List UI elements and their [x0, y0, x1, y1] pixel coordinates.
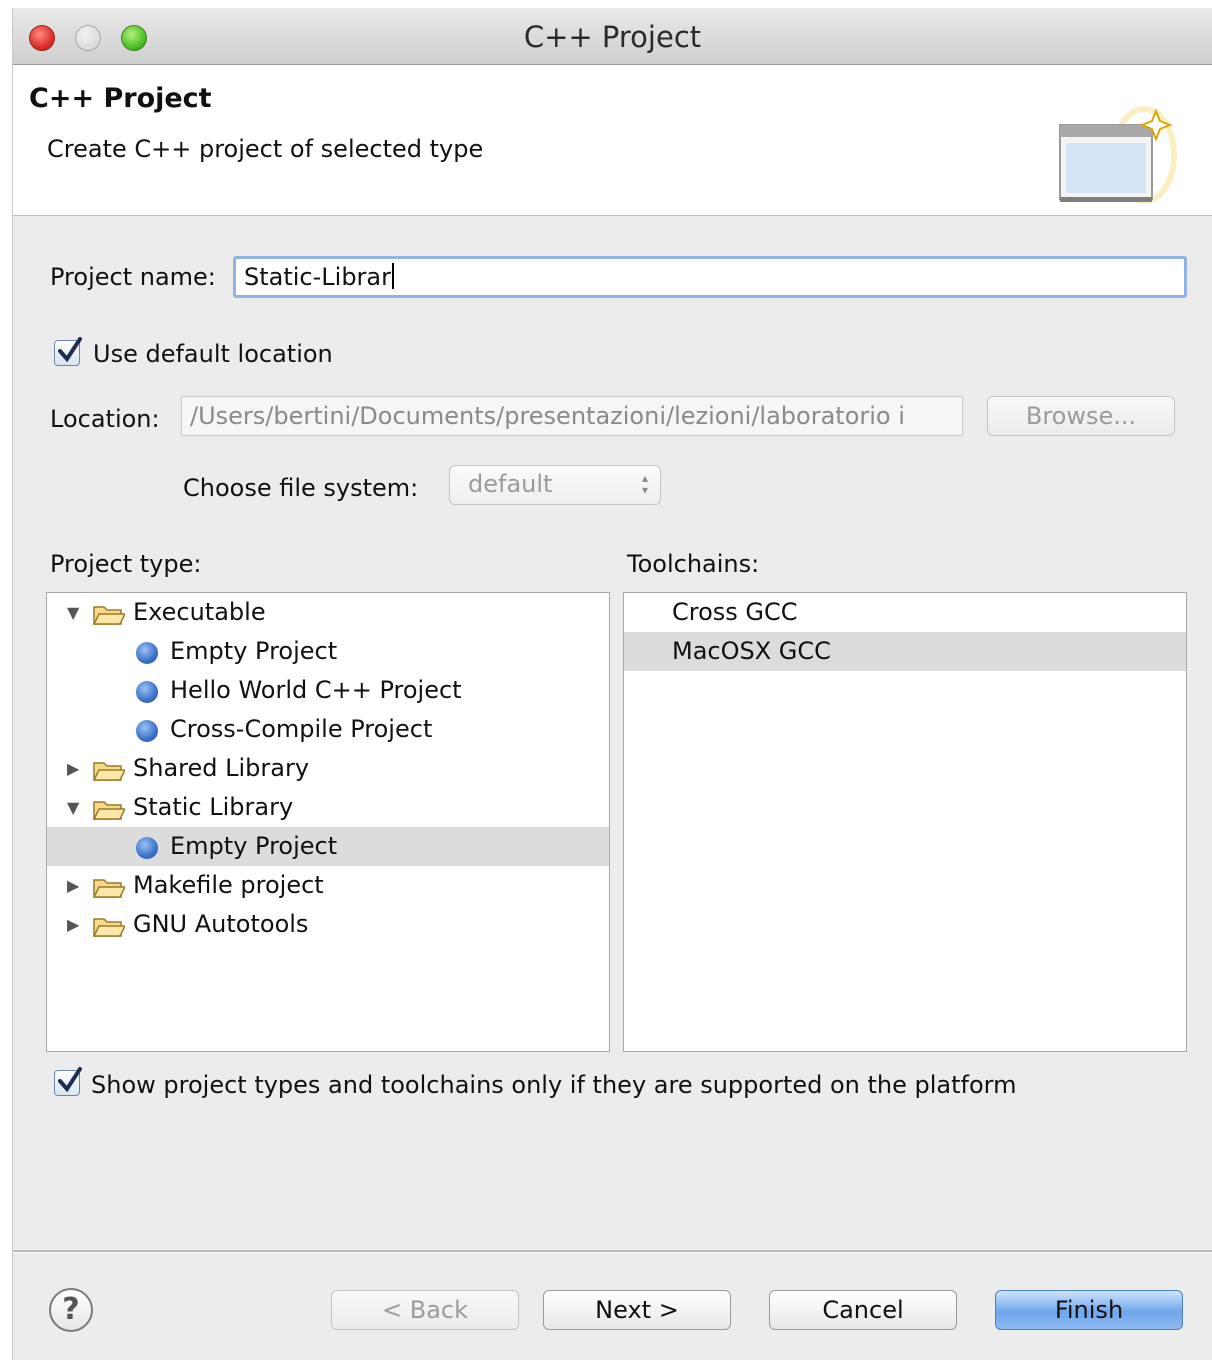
browse-button[interactable]: Browse...	[987, 396, 1175, 436]
project-template-icon	[136, 720, 158, 742]
tree-item-empty-project-selected[interactable]: Empty Project	[47, 827, 609, 866]
location-label: Location:	[50, 405, 160, 433]
cancel-button[interactable]: Cancel	[769, 1290, 957, 1330]
button-bar-separator	[13, 1250, 1212, 1253]
project-template-icon	[136, 837, 158, 859]
project-template-icon	[136, 681, 158, 703]
expanded-triangle-icon: ▼	[67, 603, 80, 622]
folder-open-icon	[93, 606, 125, 625]
project-name-input[interactable]: Static-Librar	[233, 256, 1187, 298]
use-default-location-checkbox[interactable]	[54, 337, 82, 366]
help-button[interactable]: ?	[49, 1288, 93, 1332]
location-input[interactable]: /Users/bertini/Documents/presentazioni/l…	[181, 396, 963, 436]
checkmark-icon	[58, 1067, 82, 1093]
folder-open-icon	[93, 801, 125, 820]
toolchain-item-macosx-gcc[interactable]: MacOSX GCC	[624, 632, 1186, 671]
new-project-wizard-icon	[1059, 106, 1177, 204]
project-name-label: Project name:	[50, 263, 216, 291]
project-type-tree[interactable]: ▼ Executable Empty Project Hello World C…	[46, 592, 610, 1052]
wizard-window: C++ Project C++ Project Create C++ proje…	[12, 8, 1212, 1360]
show-supported-label: Show project types and toolchains only i…	[91, 1071, 1017, 1099]
tree-item-label: Static Library	[133, 793, 294, 821]
page-title: C++ Project	[29, 83, 212, 114]
project-name-value: Static-Librar	[244, 263, 391, 291]
finish-button[interactable]: Finish	[995, 1290, 1183, 1330]
folder-open-icon	[93, 762, 125, 781]
back-button[interactable]: < Back	[331, 1290, 519, 1330]
collapsed-triangle-icon: ▶	[67, 915, 80, 934]
tree-item-cross-compile[interactable]: Cross-Compile Project	[47, 710, 609, 749]
toolchain-item-cross-gcc[interactable]: Cross GCC	[624, 593, 1186, 632]
tree-item-static-library[interactable]: ▼ Static Library	[47, 788, 609, 827]
tree-item-label: Shared Library	[133, 754, 310, 782]
project-type-label: Project type:	[50, 550, 202, 578]
tree-item-shared-library[interactable]: ▶ Shared Library	[47, 749, 609, 788]
tree-item-executable[interactable]: ▼ Executable	[47, 593, 609, 632]
use-default-location-label: Use default location	[93, 340, 333, 368]
file-system-value: default	[468, 470, 553, 498]
tree-item-label: Hello World C++ Project	[170, 676, 462, 704]
tree-item-label: Makefile project	[133, 871, 324, 899]
folder-open-icon	[93, 879, 125, 898]
text-caret	[392, 263, 394, 289]
next-button[interactable]: Next >	[543, 1290, 731, 1330]
toolchains-list[interactable]: Cross GCC MacOSX GCC	[623, 592, 1187, 1052]
tree-item-gnu-autotools[interactable]: ▶ GNU Autotools	[47, 905, 609, 944]
collapsed-triangle-icon: ▶	[67, 759, 80, 778]
file-system-select[interactable]: default ▴ ▾	[449, 465, 661, 505]
file-system-label: Choose file system:	[183, 474, 419, 502]
toolchains-label: Toolchains:	[627, 550, 760, 578]
tree-item-label: Empty Project	[170, 637, 338, 665]
expanded-triangle-icon: ▼	[67, 798, 80, 817]
checkmark-icon	[58, 337, 82, 363]
tree-item-label: Cross-Compile Project	[170, 715, 433, 743]
tree-item-label: GNU Autotools	[133, 910, 309, 938]
window-title: C++ Project	[523, 20, 702, 54]
project-template-icon	[136, 642, 158, 664]
up-down-arrows-icon: ▴ ▾	[641, 471, 648, 497]
show-supported-checkbox[interactable]	[54, 1067, 82, 1096]
wizard-header: C++ Project Create C++ project of select…	[13, 65, 1212, 216]
tree-item-label: Empty Project	[170, 832, 338, 860]
tree-item-empty-project[interactable]: Empty Project	[47, 632, 609, 671]
tree-item-label: Executable	[133, 598, 266, 626]
tree-item-makefile-project[interactable]: ▶ Makefile project	[47, 866, 609, 905]
title-bar[interactable]: C++ Project	[13, 8, 1212, 65]
tree-item-hello-world[interactable]: Hello World C++ Project	[47, 671, 609, 710]
folder-open-icon	[93, 918, 125, 937]
collapsed-triangle-icon: ▶	[67, 876, 80, 895]
page-subtitle: Create C++ project of selected type	[47, 135, 484, 163]
